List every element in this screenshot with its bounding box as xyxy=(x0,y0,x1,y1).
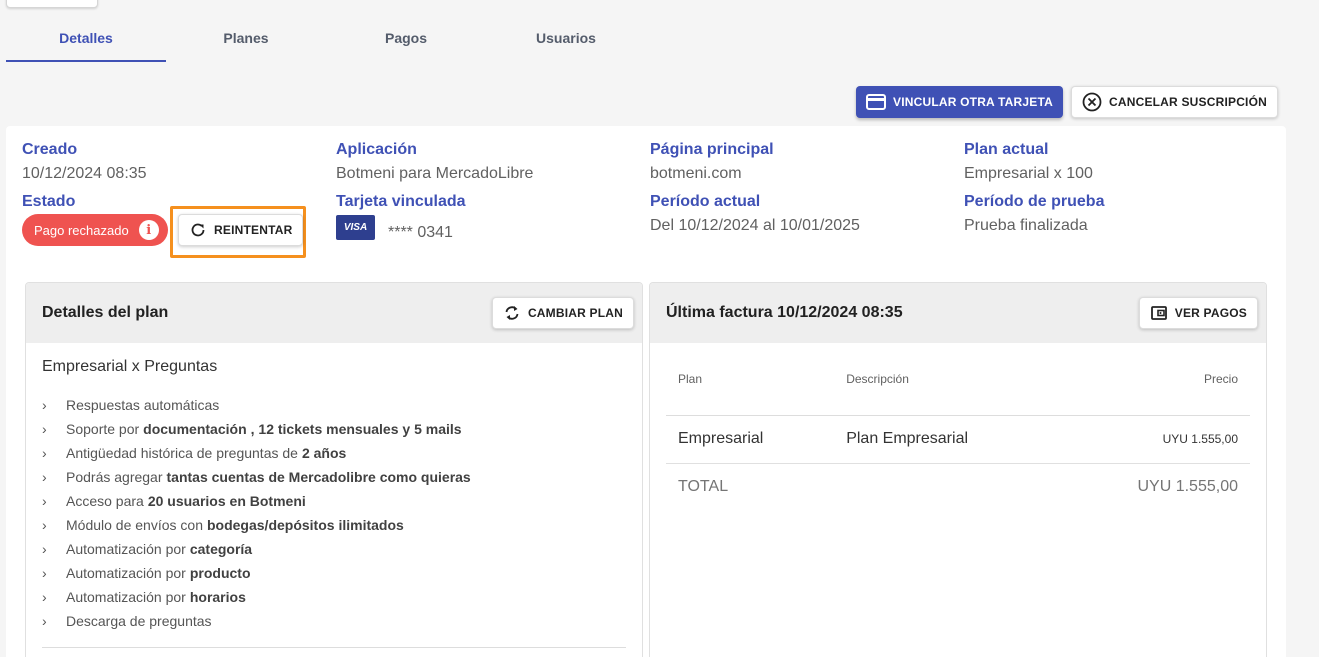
retry-button[interactable]: REINTENTAR xyxy=(178,214,304,246)
current-period-label: Período actual xyxy=(650,193,761,210)
cancel-circle-icon xyxy=(1082,92,1102,112)
visa-logo: VISA xyxy=(336,215,375,240)
plan-details-panel: Detalles del plan CAMBIAR PLAN Empresari… xyxy=(25,282,643,657)
feature-item: › Acceso para 20 usuarios en Botmeni xyxy=(42,493,306,509)
cell-price: UYU 1.555,00 xyxy=(1058,415,1250,464)
current-plan-label: Plan actual xyxy=(964,141,1049,158)
tab-planes[interactable]: Planes xyxy=(166,20,326,62)
current-period-value: Del 10/12/2024 al 10/01/2025 xyxy=(650,217,860,234)
invoice-panel: Última factura 10/12/2024 08:35 VER PAGO… xyxy=(649,282,1267,657)
app-value: Botmeni para MercadoLibre xyxy=(336,165,534,182)
link-card-label: VINCULAR OTRA TARJETA xyxy=(893,95,1053,109)
plan-name: Empresarial x Preguntas xyxy=(42,358,218,375)
cell-description: Plan Empresarial xyxy=(834,415,1059,464)
divider xyxy=(42,647,626,648)
credit-card-icon xyxy=(866,94,886,110)
cancel-subscription-button[interactable]: CANCELAR SUSCRIPCIÓN xyxy=(1070,86,1278,118)
retry-label: REINTENTAR xyxy=(214,223,293,237)
created-value: 10/12/2024 08:35 xyxy=(22,165,147,182)
total-label: TOTAL xyxy=(678,478,729,496)
trial-period-label: Período de prueba xyxy=(964,193,1105,210)
plan-details-header: Detalles del plan CAMBIAR PLAN xyxy=(26,283,642,343)
chevron-right-icon: › xyxy=(42,397,47,413)
feature-list: › Respuestas automáticas › Soporte por docu… xyxy=(42,393,475,633)
tab-detalles[interactable]: Detalles xyxy=(6,20,166,62)
feature-item: › Descarga de preguntas xyxy=(42,613,212,629)
total-spacer xyxy=(834,463,1058,511)
status-label: Estado xyxy=(22,193,76,210)
sync-icon xyxy=(503,304,521,322)
view-payments-button[interactable]: VER PAGOS xyxy=(1138,297,1258,329)
chevron-right-icon: › xyxy=(42,517,47,533)
plan-details-title: Detalles del plan xyxy=(42,304,169,321)
action-bar: VINCULAR OTRA TARJETA CANCELAR SUSCRIPCI… xyxy=(856,86,1278,118)
status-badge: Pago rechazado i xyxy=(22,214,168,246)
chevron-right-icon: › xyxy=(42,493,47,509)
chevron-right-icon: › xyxy=(42,541,47,557)
trial-period-value: Prueba finalizada xyxy=(964,217,1088,234)
invoice-table: Plan Descripción Precio Empresarial Plan… xyxy=(666,343,1250,511)
chevron-right-icon: › xyxy=(42,421,47,437)
feature-item: › Antigüedad histórica de preguntas de 2 a… xyxy=(42,445,347,461)
change-plan-label: CAMBIAR PLAN xyxy=(527,306,623,320)
feature-item: › Módulo de envíos con bodegas/depósitos i… xyxy=(42,517,404,533)
feature-item: › Automatización por categoría xyxy=(42,541,253,557)
wallet-icon xyxy=(1150,304,1168,322)
created-label: Creado xyxy=(22,141,78,158)
view-payments-label: VER PAGOS xyxy=(1174,306,1247,320)
chevron-right-icon: › xyxy=(42,613,47,629)
current-plan-value: Empresarial x 100 xyxy=(964,165,1093,182)
cell-plan: Empresarial xyxy=(666,415,835,464)
card-number: **** 0341 xyxy=(388,224,453,241)
link-card-button[interactable]: VINCULAR OTRA TARJETA xyxy=(856,86,1063,118)
column-header-price: Precio xyxy=(1058,343,1250,416)
card-label: Tarjeta vinculada xyxy=(336,193,466,210)
feature-item: › Automatización por producto xyxy=(42,565,251,581)
chevron-right-icon: › xyxy=(42,589,47,605)
column-header-description: Descripción xyxy=(834,343,1059,416)
feature-item: › Respuestas automáticas xyxy=(42,397,220,413)
tab-bar: Detalles Planes Pagos Usuarios xyxy=(6,20,646,62)
app-label: Aplicación xyxy=(336,141,417,158)
top-partial-button[interactable] xyxy=(6,0,98,8)
chevron-right-icon: › xyxy=(42,469,47,485)
feature-item: › Automatización por horarios xyxy=(42,589,246,605)
table-header-row: Plan Descripción Precio xyxy=(666,343,1250,416)
subscription-card: Creado 10/12/2024 08:35 Estado Pago rech… xyxy=(6,126,1286,657)
homepage-value: botmeni.com xyxy=(650,165,742,182)
feature-item: › Podrás agregar tantas cuentas de Mercado… xyxy=(42,469,471,485)
info-icon[interactable]: i xyxy=(138,220,159,240)
total-row: TOTAL UYU 1.555,00 xyxy=(666,463,1250,511)
refresh-icon xyxy=(189,221,207,239)
chevron-right-icon: › xyxy=(42,565,47,581)
table-row: Empresarial Plan Empresarial UYU 1.555,0… xyxy=(666,415,1250,464)
tab-usuarios[interactable]: Usuarios xyxy=(486,20,646,62)
invoice-header: Última factura 10/12/2024 08:35 VER PAGO… xyxy=(650,283,1266,343)
tab-pagos[interactable]: Pagos xyxy=(326,20,486,62)
column-header-plan: Plan xyxy=(666,343,835,416)
feature-item: › Soporte por documentación, 12 tickets me… xyxy=(42,421,462,437)
change-plan-button[interactable]: CAMBIAR PLAN xyxy=(491,297,634,329)
chevron-right-icon: › xyxy=(42,445,47,461)
invoice-title: Última factura 10/12/2024 08:35 xyxy=(666,304,903,321)
homepage-label: Página principal xyxy=(650,141,774,158)
cancel-subscription-label: CANCELAR SUSCRIPCIÓN xyxy=(1108,95,1267,109)
status-badge-text: Pago rechazado xyxy=(34,222,129,238)
total-value: UYU 1.555,00 xyxy=(1137,478,1238,496)
